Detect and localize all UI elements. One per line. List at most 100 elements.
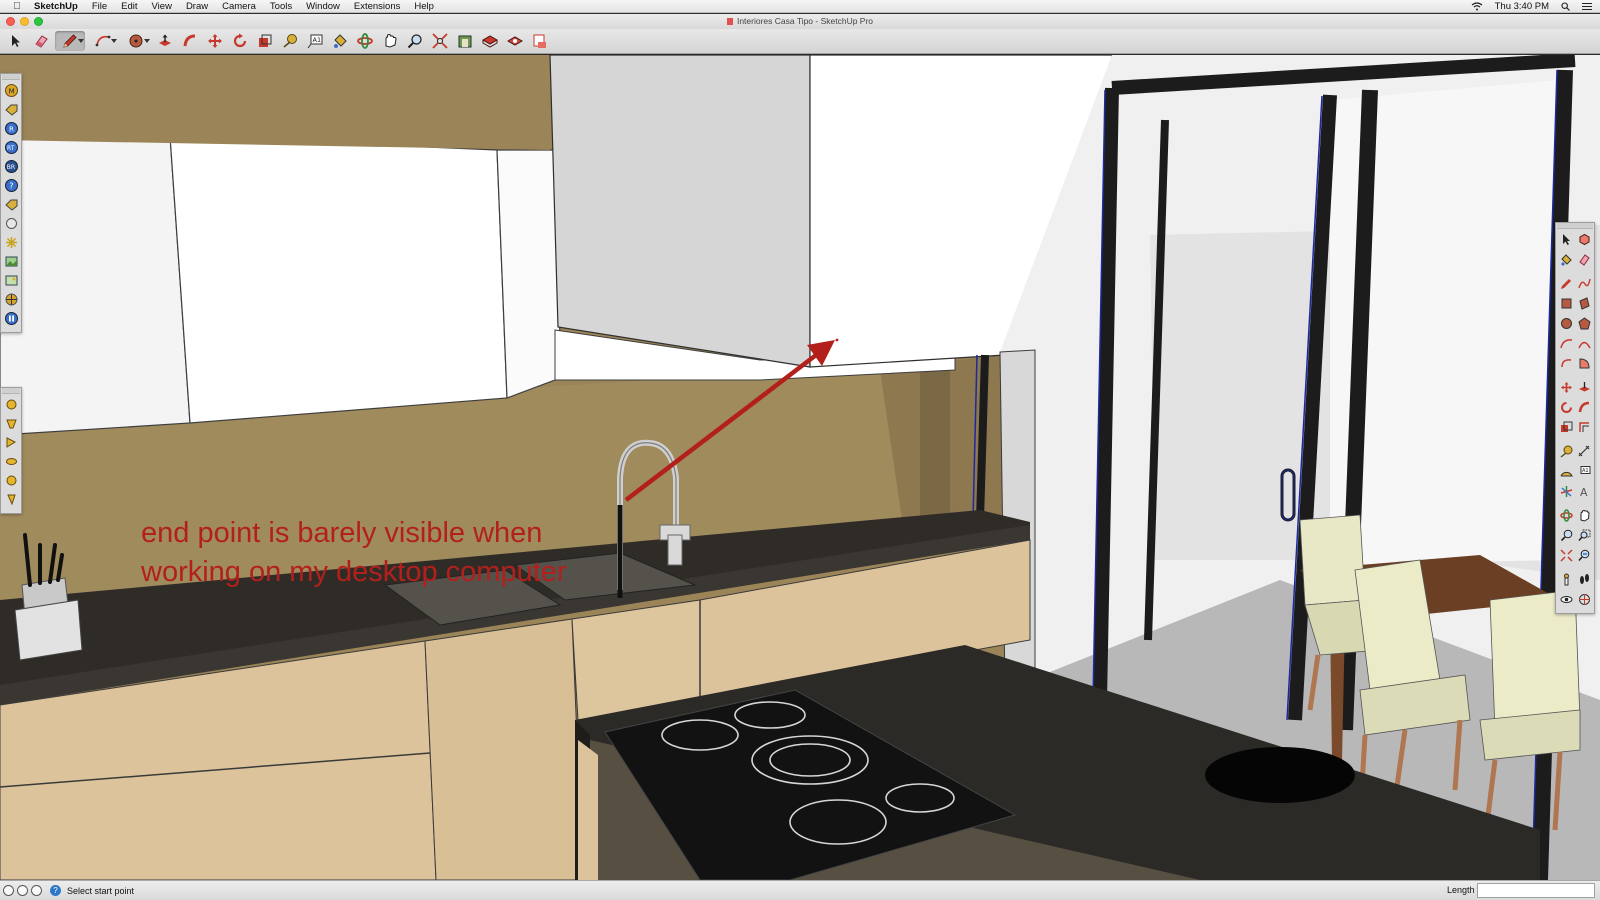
rt-line-button[interactable] [1557, 274, 1575, 292]
rt-select-button[interactable] [1557, 230, 1575, 248]
palette-grip[interactable] [2, 74, 20, 80]
rt-scale-button[interactable] [1557, 418, 1575, 436]
paint-bucket-tool-button[interactable] [329, 31, 351, 51]
zoom-tool-button[interactable] [404, 31, 426, 51]
menu-help[interactable]: Help [407, 1, 441, 12]
light-button-directional[interactable] [2, 433, 20, 451]
rt-zoom-window-button[interactable] [1575, 526, 1593, 544]
extension-button-landscape[interactable] [2, 252, 20, 270]
rt-offset-button[interactable] [1575, 418, 1593, 436]
push-pull-tool-button[interactable] [154, 31, 176, 51]
rt-push-pull-button[interactable] [1575, 378, 1593, 396]
measurements-input[interactable] [1477, 883, 1595, 898]
extension-button-light[interactable] [2, 233, 20, 251]
rt-axes-button[interactable] [1557, 482, 1575, 500]
light-button-sphere[interactable] [2, 471, 20, 489]
extension-button-tag-2[interactable] [2, 195, 20, 213]
rt-3d-text-button[interactable]: A [1575, 482, 1593, 500]
arc-tool-button[interactable] [88, 31, 118, 51]
rt-walk-button[interactable] [1575, 570, 1593, 588]
extension-button-help[interactable]: ? [2, 176, 20, 194]
menu-tools[interactable]: Tools [263, 1, 299, 12]
notification-center-icon[interactable] [1582, 2, 1592, 11]
rt-text-button[interactable]: A1 [1575, 462, 1593, 480]
spotlight-search-icon[interactable] [1561, 2, 1570, 11]
rt-freehand-button[interactable] [1575, 274, 1593, 292]
extension-button-scene[interactable] [2, 271, 20, 289]
scale-tool-button[interactable] [254, 31, 276, 51]
pan-tool-button[interactable] [379, 31, 401, 51]
rt-pan-button[interactable] [1575, 506, 1593, 524]
rt-previous-view-button[interactable] [1575, 546, 1593, 564]
extension-button-sphere[interactable] [2, 214, 20, 232]
light-button-ies[interactable] [2, 490, 20, 508]
rt-arc-button[interactable] [1557, 334, 1575, 352]
rt-paint-button[interactable] [1557, 250, 1575, 268]
model-viewport[interactable]: end point is barely visible when working… [0, 55, 1600, 880]
extension-button-m[interactable]: M [2, 81, 20, 99]
rt-tape-measure-button[interactable] [1557, 442, 1575, 460]
rt-look-around-button[interactable] [1557, 590, 1575, 608]
menu-edit[interactable]: Edit [114, 1, 144, 12]
extension-button-br[interactable]: BR [2, 157, 20, 175]
rt-make-component-button[interactable] [1575, 230, 1593, 248]
rt-eraser-button[interactable] [1575, 250, 1593, 268]
rt-polygon-button[interactable] [1575, 314, 1593, 332]
rt-rotated-rectangle-button[interactable] [1575, 294, 1593, 312]
shape-dropdown-caret-icon[interactable] [144, 39, 150, 43]
extension-button-rt[interactable]: RT [2, 138, 20, 156]
orbit-tool-button[interactable] [354, 31, 376, 51]
menu-view[interactable]: View [145, 1, 179, 12]
pencil-tool-button[interactable] [55, 31, 85, 51]
tape-measure-tool-button[interactable] [279, 31, 301, 51]
extension-button-r[interactable]: R [2, 119, 20, 137]
shape-tool-button[interactable] [121, 31, 151, 51]
extension-button-pause[interactable] [2, 309, 20, 327]
extension-button-target[interactable] [2, 290, 20, 308]
instructor-help-icon[interactable]: ? [50, 885, 61, 896]
menu-extensions[interactable]: Extensions [347, 1, 407, 12]
text-tool-button[interactable]: A1 [304, 31, 326, 51]
extension-button-tag[interactable] [2, 100, 20, 118]
rt-3point-arc-button[interactable] [1557, 354, 1575, 372]
rotate-tool-button[interactable] [229, 31, 251, 51]
user-account-icon[interactable] [31, 885, 42, 896]
rt-rectangle-button[interactable] [1557, 294, 1575, 312]
rt-zoom-extents-button[interactable] [1557, 546, 1575, 564]
move-tool-button[interactable] [204, 31, 226, 51]
extension-warehouse-button[interactable] [479, 31, 501, 51]
credits-icon[interactable] [17, 885, 28, 896]
eraser-tool-button[interactable] [30, 31, 52, 51]
arc-dropdown-caret-icon[interactable] [111, 39, 117, 43]
follow-me-tool-button[interactable] [179, 31, 201, 51]
extension-manager-button[interactable] [504, 31, 526, 51]
light-button-rect[interactable] [2, 452, 20, 470]
rt-dimension-button[interactable] [1575, 442, 1593, 460]
rt-pie-button[interactable] [1575, 354, 1593, 372]
rt-2point-arc-button[interactable] [1575, 334, 1593, 352]
palette-grip[interactable] [2, 388, 20, 394]
wifi-icon[interactable] [1471, 2, 1483, 11]
light-button-omni[interactable] [2, 395, 20, 413]
menu-app-sketchup[interactable]: SketchUp [34, 1, 85, 12]
rt-position-camera-button[interactable] [1557, 570, 1575, 588]
pencil-dropdown-caret-icon[interactable] [78, 39, 84, 43]
rt-move-button[interactable] [1557, 378, 1575, 396]
rt-section-plane-button[interactable] [1575, 590, 1593, 608]
menu-file[interactable]: File [85, 1, 114, 12]
rt-circle-button[interactable] [1557, 314, 1575, 332]
menu-camera[interactable]: Camera [215, 1, 263, 12]
rt-zoom-button[interactable] [1557, 526, 1575, 544]
zoom-extents-tool-button[interactable] [429, 31, 451, 51]
geo-location-icon[interactable] [3, 885, 14, 896]
rt-rotate-button[interactable] [1557, 398, 1575, 416]
rt-protractor-button[interactable] [1557, 462, 1575, 480]
menubar-clock[interactable]: Thu 3:40 PM [1495, 1, 1549, 12]
select-tool-button[interactable] [5, 31, 27, 51]
warehouse-button[interactable] [454, 31, 476, 51]
menu-draw[interactable]: Draw [179, 1, 215, 12]
rt-follow-me-button[interactable] [1575, 398, 1593, 416]
menu-window[interactable]: Window [299, 1, 347, 12]
rt-orbit-button[interactable] [1557, 506, 1575, 524]
layout-button[interactable] [529, 31, 551, 51]
